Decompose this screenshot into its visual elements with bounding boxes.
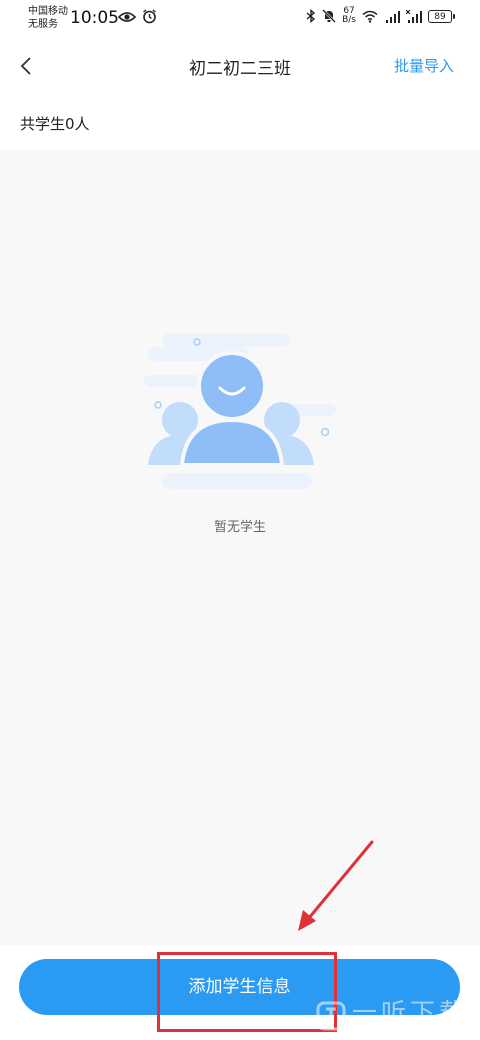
empty-students-illustration [144, 333, 336, 489]
net-speed-unit: B/s [342, 15, 356, 25]
batch-import-button[interactable]: 批量导入 [394, 55, 454, 76]
wifi-icon [362, 10, 378, 23]
watermark-logo-icon [316, 1001, 346, 1031]
bluetooth-icon [306, 9, 316, 23]
carrier-name: 中国移动 [28, 6, 68, 17]
mute-bell-icon [322, 9, 336, 23]
annotation-arrow [298, 840, 374, 931]
signal-4g-icon [386, 10, 400, 23]
annotation-highlight-box [157, 952, 337, 1032]
battery-indicator: 89 [428, 9, 455, 23]
student-list-area: 暂无学生 [0, 150, 480, 945]
net-speed: 67 B/s [342, 7, 356, 25]
watermark-text: 一听下载 [352, 998, 469, 1027]
watermark: 一听下载 [316, 993, 468, 1031]
status-icons-right: 67 B/s 89 [306, 7, 455, 25]
signal-no-service-icon [406, 9, 422, 23]
status-icons-left [118, 9, 157, 24]
carrier-status: 无服务 [28, 19, 58, 30]
eye-icon [118, 11, 136, 22]
nav-bar: 初二初二三班 批量导入 [0, 40, 480, 92]
status-bar: 中国移动 无服务 10:05 67 B/s 89 [0, 0, 480, 40]
empty-state-text: 暂无学生 [213, 520, 266, 535]
clock: 10:05 [70, 8, 119, 28]
student-count: 共学生0人 [20, 115, 90, 133]
alarm-icon [143, 9, 156, 24]
carrier-info: 中国移动 无服务 [28, 5, 68, 31]
